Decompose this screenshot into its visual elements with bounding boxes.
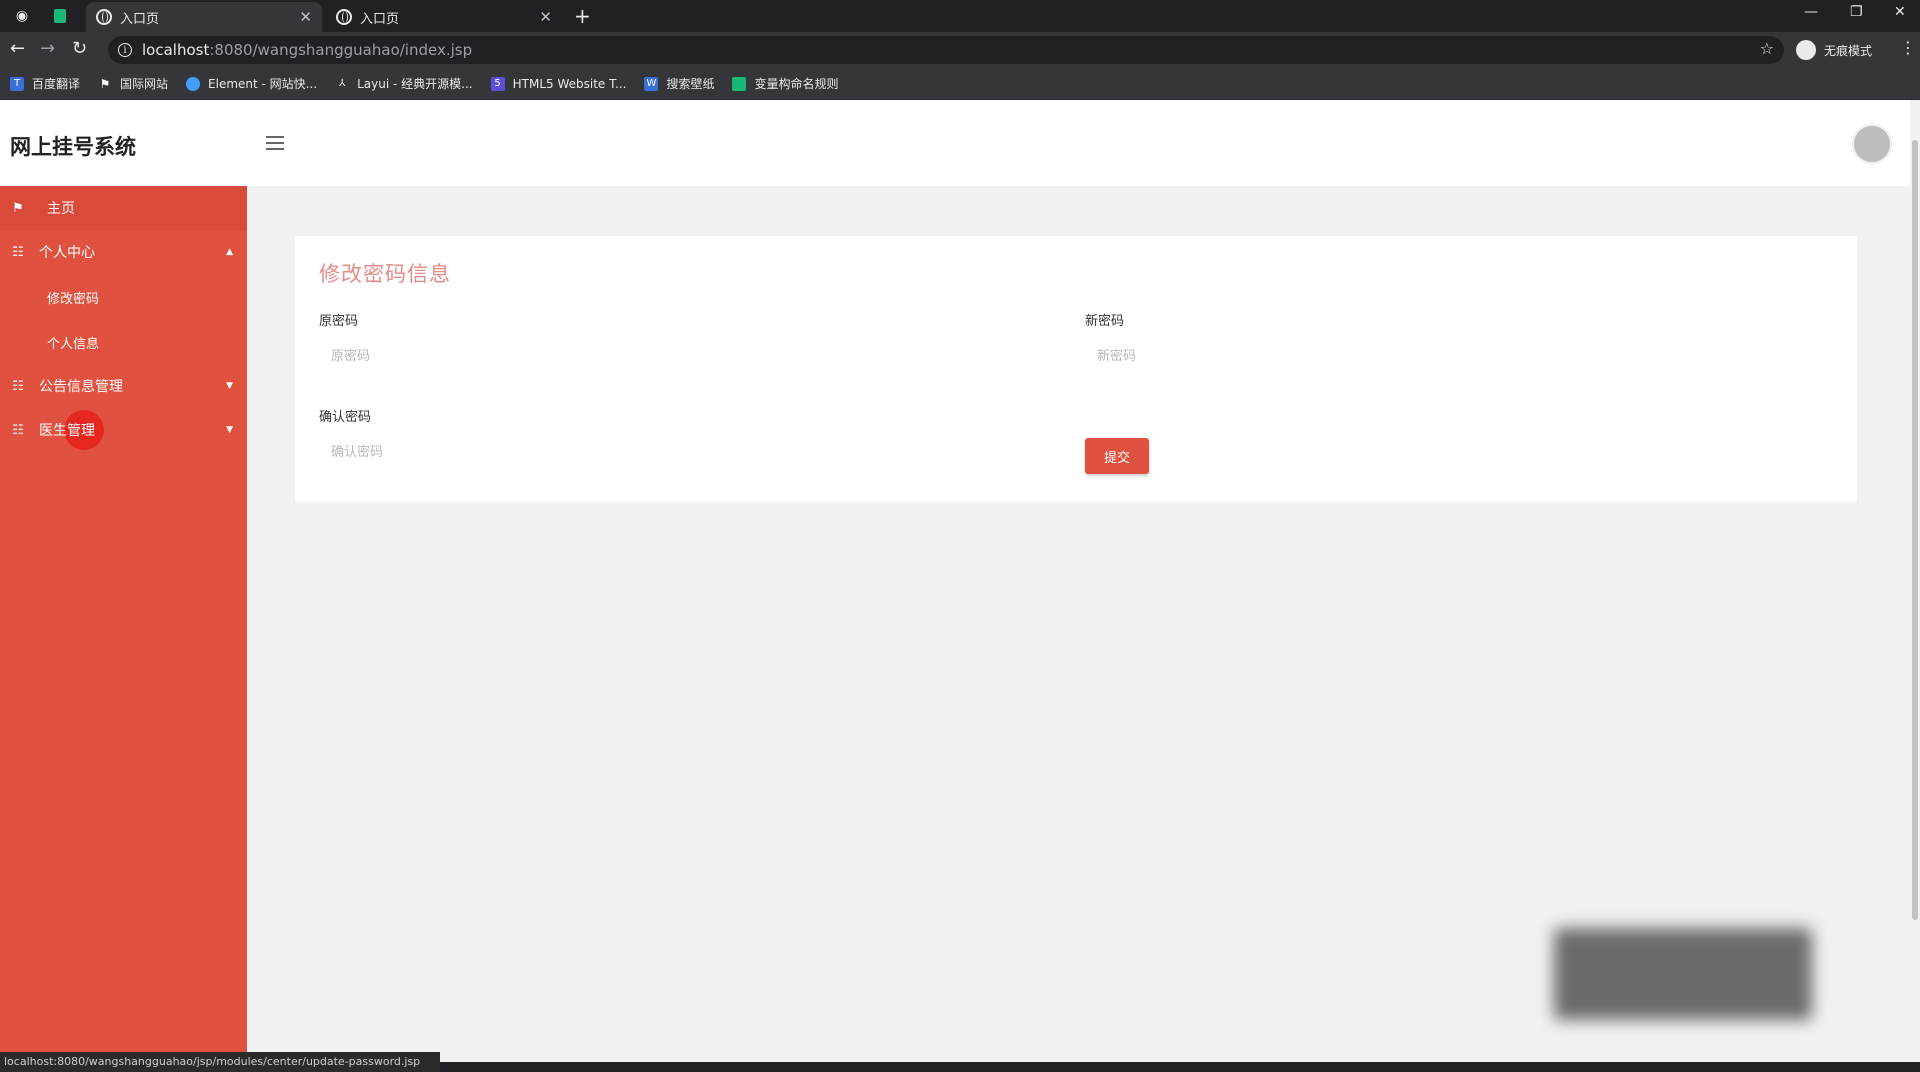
bookmark-label: 变量构命名规则 xyxy=(754,77,839,91)
new-password-label: 新密码 xyxy=(1085,314,1125,329)
flag-icon: ⚑ xyxy=(99,76,111,91)
browser-toolbar: ← → ↻ i localhost:8080/wangshangguahao/i… xyxy=(0,32,1920,68)
flag-icon: ⚑ xyxy=(12,200,24,216)
bookmarks-bar: T 百度翻译 ⚑ 国际网站 Element - 网站快... ⅄ Layui - 经典… xyxy=(0,68,1920,100)
sidebar-item-label: 主页 xyxy=(47,201,75,217)
url-path: :8080/wangshangguahao/index.jsp xyxy=(209,41,473,59)
bookmark-item[interactable]: 5 HTML5 Website T... xyxy=(490,76,627,91)
chevron-up-icon: ▲ xyxy=(226,247,233,257)
tab-active[interactable]: 入口页 ✕ xyxy=(86,2,322,32)
globe-icon xyxy=(96,9,112,25)
chevron-down-icon: ▼ xyxy=(226,381,233,391)
bookmark-label: 搜索壁纸 xyxy=(666,77,715,91)
app-header: 网上挂号系统 xyxy=(0,100,1910,186)
incognito-indicator[interactable]: 无痕模式 xyxy=(1796,40,1872,60)
tab-search-icon[interactable] xyxy=(50,6,70,26)
old-password-input[interactable] xyxy=(319,338,839,374)
close-icon[interactable]: ✕ xyxy=(539,8,552,26)
bookmark-item[interactable]: Element - 网站快... xyxy=(186,75,317,92)
layui-icon: ⅄ xyxy=(339,78,346,89)
globe-icon xyxy=(336,9,352,25)
form-title: 修改密码信息 xyxy=(319,262,451,286)
submit-button[interactable]: 提交 xyxy=(1085,438,1149,474)
url-host: localhost xyxy=(142,41,210,59)
tab-inactive[interactable]: 入口页 ✕ xyxy=(326,2,562,32)
blurred-overlay xyxy=(1554,928,1812,1020)
reload-icon[interactable]: ↻ xyxy=(72,38,87,59)
bookmark-item[interactable]: T 百度翻译 xyxy=(10,75,80,92)
bookmark-label: Layui - 经典开源模... xyxy=(357,77,473,91)
app-title: 网上挂号系统 xyxy=(10,135,136,159)
chevron-down-icon: ▼ xyxy=(226,425,233,435)
more-menu-icon[interactable]: ⋮ xyxy=(1900,38,1916,57)
grid-icon: ☷ xyxy=(12,422,24,438)
status-bar-url: localhost:8080/wangshangguahao/jsp/modul… xyxy=(0,1052,440,1072)
sidebar-item-personal-center[interactable]: ☷ 个人中心 ▲ xyxy=(0,230,247,274)
chrome-icon[interactable]: ◉ xyxy=(12,6,32,26)
sidebar-item-announcement[interactable]: ☷ 公告信息管理 ▼ xyxy=(0,364,247,408)
element-icon xyxy=(186,76,201,91)
tab-title: 入口页 xyxy=(360,11,400,27)
incognito-icon xyxy=(1796,40,1816,60)
sidebar-item-doctor[interactable]: ☷ 医生管理 ▼ xyxy=(0,408,247,452)
bookmark-label: 国际网站 xyxy=(120,77,169,91)
sidebar-subitem-change-password[interactable]: 修改密码 xyxy=(47,288,99,307)
sidebar-item-home[interactable]: ⚑ 主页 xyxy=(0,186,247,230)
bookmark-item[interactable]: ⅄ Layui - 经典开源模... xyxy=(335,75,473,92)
info-icon[interactable]: i xyxy=(118,43,132,57)
address-bar[interactable]: i localhost:8080/wangshangguahao/index.j… xyxy=(108,36,1784,64)
web-page: 网上挂号系统 ⚑ 主页 ☷ 个人中心 ▲ 修改密码 个人信息 ☷ 公告信息管理 … xyxy=(0,100,1910,1062)
sidebar-subitem-personal-info[interactable]: 个人信息 xyxy=(47,333,99,352)
scrollbar-thumb[interactable] xyxy=(1912,140,1918,920)
bookmark-item[interactable]: 变量构命名规则 xyxy=(732,75,838,92)
tab-title: 入口页 xyxy=(120,11,160,27)
menu-toggle-icon[interactable] xyxy=(266,136,284,150)
close-icon[interactable]: ✕ xyxy=(299,8,312,26)
incognito-label: 无痕模式 xyxy=(1824,43,1873,58)
back-icon[interactable]: ← xyxy=(10,38,25,59)
naming-icon xyxy=(732,76,747,91)
bookmark-label: HTML5 Website T... xyxy=(512,76,627,91)
sidebar-item-label: 个人中心 xyxy=(39,245,95,261)
bookmark-item[interactable]: ⚑ 国际网站 xyxy=(98,75,168,92)
forward-icon[interactable]: → xyxy=(40,38,55,59)
translate-icon: T xyxy=(10,76,24,91)
browser-tab-bar: ◉ 入口页 ✕ 入口页 ✕ + — ❐ ✕ xyxy=(0,0,1920,32)
html5-icon: 5 xyxy=(490,76,505,91)
sidebar: ⚑ 主页 ☷ 个人中心 ▲ 修改密码 个人信息 ☷ 公告信息管理 ▼ ☷ 医生管… xyxy=(0,186,247,1062)
confirm-password-label: 确认密码 xyxy=(319,410,372,425)
minimize-icon[interactable]: — xyxy=(1804,4,1818,20)
restore-icon[interactable]: ❐ xyxy=(1850,4,1863,20)
sidebar-item-label: 公告信息管理 xyxy=(39,379,123,395)
bookmark-item[interactable]: W 搜索壁纸 xyxy=(644,75,714,92)
avatar[interactable] xyxy=(1852,124,1892,164)
window-close-icon[interactable]: ✕ xyxy=(1894,4,1906,20)
bookmark-label: Element - 网站快... xyxy=(208,77,318,91)
star-icon[interactable]: ☆ xyxy=(1760,39,1774,58)
grid-icon: ☷ xyxy=(12,244,24,260)
grid-icon: ☷ xyxy=(12,378,24,394)
bookmark-label: 百度翻译 xyxy=(32,77,81,91)
password-form-card: 修改密码信息 原密码 新密码 确认密码 提交 xyxy=(295,236,1857,502)
new-tab-icon[interactable]: + xyxy=(574,4,591,28)
new-password-input[interactable] xyxy=(1085,338,1605,374)
confirm-password-input[interactable] xyxy=(319,434,839,470)
wallpaper-icon: W xyxy=(644,76,659,91)
sidebar-item-label: 医生管理 xyxy=(39,423,95,439)
old-password-label: 原密码 xyxy=(319,314,359,329)
